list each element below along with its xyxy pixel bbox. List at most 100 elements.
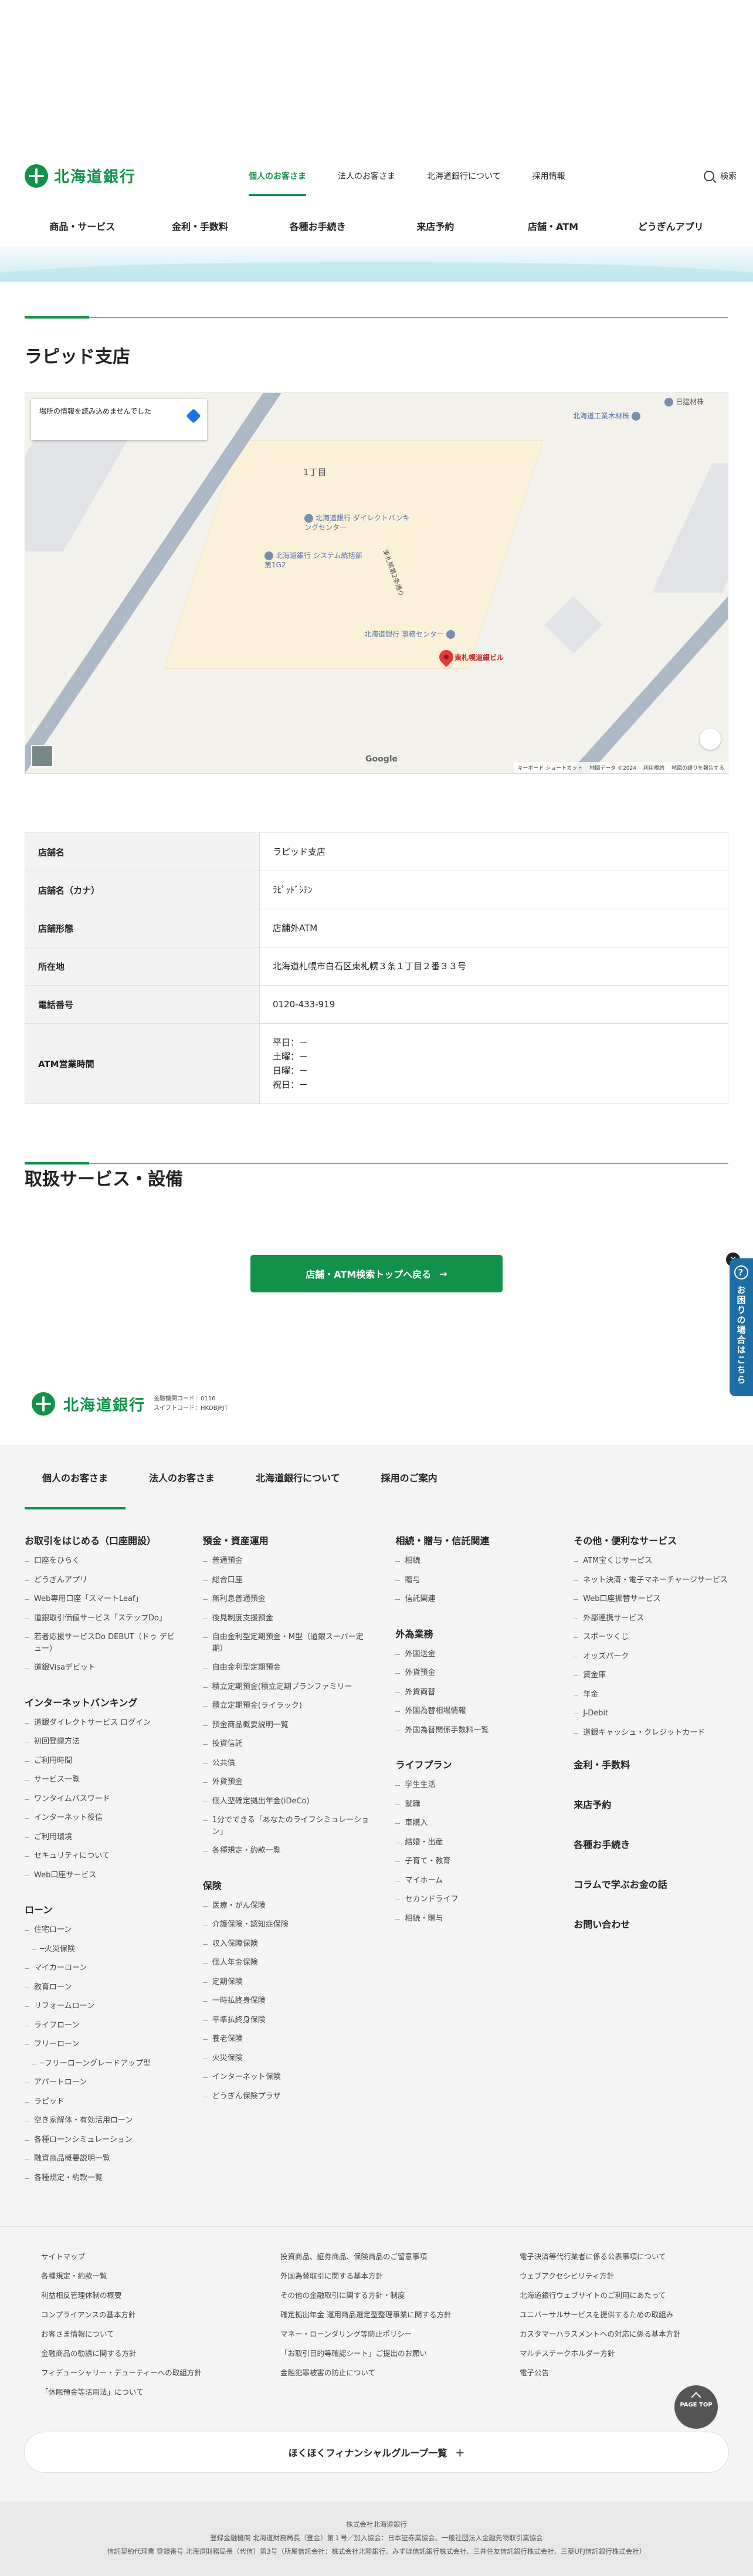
footer-link[interactable]: 空き家解体・有効活用ローン (25, 2115, 179, 2127)
footer-policy-link[interactable]: 「お取引目的等確認シート」ご提出のお願い (280, 2347, 473, 2358)
footer-link[interactable]: 外国為替相場情報 (395, 1705, 550, 1717)
subnav-branch-atm[interactable]: 店舗・ATM (494, 219, 612, 233)
footer-link[interactable]: 各種規定・約款一覧 (202, 1845, 372, 1857)
footer-logo[interactable]: 北海道銀行 金融機関コード：0116 スイフトコード：HKDBJPJT (0, 1363, 753, 1445)
footer-link[interactable]: ご利用時間 (25, 1755, 179, 1767)
footer-link[interactable]: 結婚・出産 (395, 1837, 550, 1849)
fullscreen-icon[interactable] (700, 729, 721, 750)
footer-link[interactable]: インターネット保険 (202, 2071, 372, 2083)
footer-tab-recruit[interactable]: 採用のご案内 (364, 1445, 455, 1509)
footer-link[interactable]: サービス一覧 (25, 1774, 179, 1786)
footer-tab-corporate[interactable]: 法人のお客さま (131, 1445, 232, 1509)
footer-link[interactable]: 学生生活 (395, 1779, 550, 1791)
page-top-button[interactable]: PAGE TOP (674, 2385, 718, 2429)
footer-link[interactable]: ライフローン (25, 2020, 179, 2032)
footer-heading-link[interactable]: 来店予約 (574, 1797, 728, 1811)
footer-policy-link[interactable]: ユニバーサルサービスを提供するための取組み (520, 2308, 712, 2320)
footer-link[interactable]: 個人年金保険 (202, 1957, 372, 1969)
footer-link[interactable]: どうぎんアプリ (25, 1575, 179, 1586)
footer-heading[interactable]: その他・便利なサービス (574, 1533, 728, 1547)
footer-link[interactable]: アパートローン (25, 2077, 179, 2088)
footer-link[interactable]: 平準払終身保険 (202, 2015, 372, 2026)
footer-heading[interactable]: 相続・贈与・信託関連 (395, 1533, 550, 1547)
footer-link[interactable]: 年金 (574, 1689, 728, 1701)
subnav-procedures[interactable]: 各種お手続き (259, 219, 376, 233)
footer-link[interactable]: 養老保険 (202, 2033, 372, 2045)
footer-link[interactable]: 教育ローン (25, 1982, 179, 1993)
footer-link[interactable]: 一時払終身保険 (202, 1995, 372, 2007)
footer-heading[interactable]: 預金・資産運用 (203, 1533, 372, 1547)
back-to-search-button[interactable]: 店舗・ATM検索トップへ戻る → (250, 1255, 503, 1292)
footer-link[interactable]: ATM宝くじサービス (574, 1555, 728, 1567)
footer-heading-link[interactable]: コラムで学ぶお金の話 (574, 1877, 728, 1891)
footer-link[interactable]: 公共債 (202, 1758, 372, 1769)
footer-link[interactable]: 道銀Visaデビット (25, 1662, 179, 1674)
footer-link[interactable]: 普通預金 (202, 1555, 372, 1567)
footer-link[interactable]: 車購入 (395, 1817, 550, 1829)
footer-link[interactable]: どうぎん保険プラザ (202, 2091, 372, 2103)
footer-heading[interactable]: 外為業務 (395, 1626, 550, 1640)
footer-policy-link[interactable]: 金融商品の勧誘に関する方針 (41, 2347, 233, 2358)
footer-link[interactable]: ─火災保険 (25, 1944, 179, 1955)
footer-link[interactable]: 貸金庫 (574, 1670, 728, 1681)
footer-link[interactable]: 融資商品概要説明一覧 (25, 2153, 179, 2165)
footer-policy-link[interactable]: フィデューシャリー・デューティーへの取組方針 (41, 2367, 233, 2378)
footer-link[interactable]: Web口座振替サービス (574, 1593, 728, 1605)
footer-heading[interactable]: ライフプラン (395, 1757, 550, 1771)
footer-link[interactable]: 子育て・教育 (395, 1856, 550, 1867)
group-list-button[interactable]: ほくほくフィナンシャルグループ一覧 ＋ (25, 2432, 728, 2472)
footer-link[interactable]: 積立定期預金(ライラック) (202, 1700, 372, 1712)
footer-link[interactable]: 道銀取引価値サービス「ステップDo」 (25, 1613, 179, 1624)
footer-link[interactable]: Web口座サービス (25, 1870, 179, 1881)
footer-policy-link[interactable]: 外国為替取引に関する基本方針 (280, 2270, 473, 2281)
gnav-about[interactable]: 北海道銀行について (411, 147, 517, 205)
footer-link[interactable]: 総合口座 (202, 1575, 372, 1586)
footer-link[interactable]: 無利息普通預金 (202, 1593, 372, 1605)
subnav-reservation[interactable]: 来店予約 (376, 219, 494, 233)
footer-link[interactable]: 介護保険・認知症保険 (202, 1919, 372, 1931)
gnav-corporate[interactable]: 法人のお客さま (322, 147, 411, 205)
footer-link[interactable]: 医療・がん保険 (202, 1900, 372, 1912)
directions-icon[interactable] (186, 408, 201, 424)
footer-link[interactable]: 火災保険 (202, 2053, 372, 2064)
footer-link[interactable]: 贈与 (395, 1575, 550, 1586)
footer-link[interactable]: 外貨預金 (395, 1667, 550, 1679)
site-logo[interactable]: 北海道銀行 (25, 164, 201, 188)
map-shortcuts-link[interactable]: キーボード ショートカット (517, 764, 582, 771)
subnav-app[interactable]: どうぎんアプリ (612, 219, 730, 233)
footer-policy-link[interactable]: マネー・ローンダリング等防止ポリシー (280, 2328, 473, 2339)
footer-policy-link[interactable]: 各種規定・約款一覧 (41, 2270, 233, 2281)
footer-link[interactable]: 就職 (395, 1799, 550, 1810)
footer-link[interactable]: 収入保障保険 (202, 1938, 372, 1950)
footer-link[interactable]: 道銀ダイレクトサービス ログイン (25, 1717, 179, 1729)
footer-link[interactable]: ネット決済・電子マネーチャージサービス (574, 1575, 728, 1586)
footer-link[interactable]: 外国為替関係手数料一覧 (395, 1725, 550, 1736)
footer-tab-about[interactable]: 北海道銀行について (238, 1445, 358, 1509)
footer-policy-link[interactable]: マルチステークホルダー方針 (520, 2347, 712, 2358)
footer-policy-link[interactable]: カスタマーハラスメントへの対応に係る基本方針 (520, 2328, 712, 2339)
footer-tab-personal[interactable]: 個人のお客さま (25, 1445, 126, 1509)
footer-link[interactable]: 自由金利型定期預金・M型（道銀スーパー定期） (202, 1631, 372, 1654)
footer-link[interactable]: ご利用環境 (25, 1832, 179, 1843)
footer-link[interactable]: リフォームローン (25, 2000, 179, 2012)
footer-link[interactable]: 初回登録方法 (25, 1736, 179, 1748)
footer-link[interactable]: スポーツくじ (574, 1631, 728, 1643)
footer-link[interactable]: 定期保険 (202, 1976, 372, 1988)
street-view-thumb[interactable] (31, 745, 53, 767)
footer-link[interactable]: インターネット役信 (25, 1812, 179, 1824)
footer-policy-link[interactable]: ウェブアクセシビリティ方針 (520, 2270, 712, 2281)
footer-link[interactable]: オッズパーク (574, 1651, 728, 1663)
footer-link[interactable]: ラピッド (25, 2096, 179, 2108)
footer-link[interactable]: マイカーローン (25, 1962, 179, 1974)
footer-policy-link[interactable]: 電子決済等代行業者に係る公表事項について (520, 2250, 712, 2262)
footer-heading[interactable]: ローン (25, 1902, 179, 1916)
footer-policy-link[interactable]: 確定拠出年金 運用商品選定型整理事業に関する方針 (280, 2308, 473, 2320)
footer-policy-link[interactable]: 利益相反管理体制の概要 (41, 2289, 233, 2300)
gnav-personal[interactable]: 個人のお客さま (233, 147, 322, 205)
footer-policy-link[interactable]: サイトマップ (41, 2250, 233, 2262)
footer-link[interactable]: 各種ローンシミュレーション (25, 2134, 179, 2146)
footer-heading[interactable]: お取引をはじめる（口座開設） (25, 1533, 179, 1547)
footer-link[interactable]: 自由金利型定期預金 (202, 1662, 372, 1674)
footer-link[interactable]: 相続・贈与 (395, 1913, 550, 1925)
footer-link[interactable]: 預金商品概要説明一覧 (202, 1719, 372, 1731)
